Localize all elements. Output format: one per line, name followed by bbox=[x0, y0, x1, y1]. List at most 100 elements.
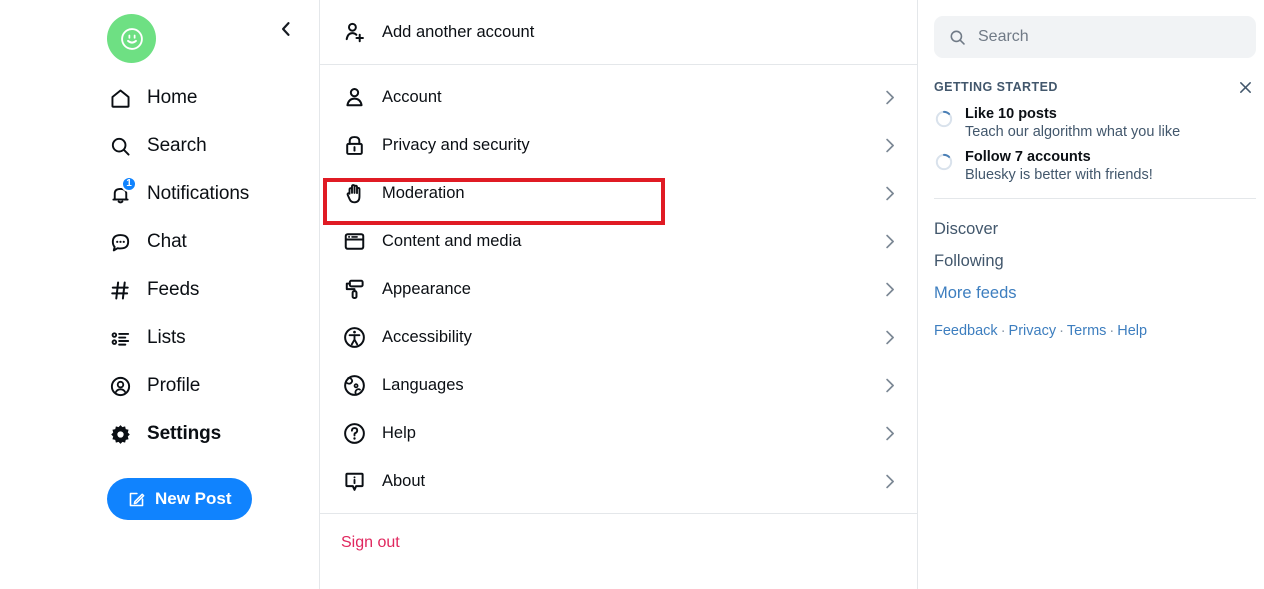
sidebar-item-lists[interactable]: Lists bbox=[0, 314, 319, 362]
list-icon bbox=[107, 325, 133, 351]
sidebar-item-feeds[interactable]: Feeds bbox=[0, 266, 319, 314]
globe-icon bbox=[341, 372, 367, 398]
sidebar-item-label: Search bbox=[147, 135, 207, 156]
settings-row-languages[interactable]: Languages bbox=[320, 361, 917, 409]
settings-main-column: Add another account Account Privacy and … bbox=[319, 0, 918, 589]
progress-ring-icon bbox=[934, 152, 954, 172]
separator: · bbox=[1000, 323, 1006, 339]
sidebar-item-notifications[interactable]: 1 Notifications bbox=[0, 170, 319, 218]
compose-icon bbox=[127, 490, 146, 509]
new-post-button[interactable]: New Post bbox=[107, 478, 252, 520]
settings-row-label: Add another account bbox=[382, 22, 535, 41]
task-text: Like 10 posts Teach our algorithm what y… bbox=[965, 106, 1180, 141]
feed-shortcut-list: Discover Following More feeds bbox=[934, 213, 1264, 309]
sidebar-item-label: Home bbox=[147, 87, 198, 108]
settings-row-content-and-media[interactable]: Content and media bbox=[320, 217, 917, 265]
settings-row-add-another-account[interactable]: Add another account bbox=[320, 8, 917, 56]
settings-group-accounts: Add another account bbox=[320, 0, 917, 65]
hand-icon bbox=[341, 180, 367, 206]
task-text: Follow 7 accounts Bluesky is better with… bbox=[965, 149, 1153, 184]
sidebar-item-label: Profile bbox=[147, 375, 201, 396]
search-icon bbox=[107, 133, 133, 159]
settings-row-label: About bbox=[382, 471, 426, 490]
sidebar-item-label: Feeds bbox=[147, 279, 200, 300]
person-plus-icon bbox=[341, 19, 367, 45]
sidebar-item-profile[interactable]: Profile bbox=[0, 362, 319, 410]
settings-row-privacy-and-security[interactable]: Privacy and security bbox=[320, 121, 917, 169]
left-sidebar-nav: Home Search 1 Notifications Chat Feeds L… bbox=[0, 0, 319, 589]
footer-link-feedback[interactable]: Feedback bbox=[934, 323, 998, 339]
right-sidebar: Search GETTING STARTED Like 10 posts Tea… bbox=[918, 0, 1264, 589]
bluesky-settings-page: Home Search 1 Notifications Chat Feeds L… bbox=[0, 0, 1264, 589]
separator: · bbox=[1059, 323, 1064, 339]
info-bubble-icon bbox=[341, 468, 367, 494]
settings-group-main: Account Privacy and security Moderation … bbox=[320, 65, 917, 514]
chevron-right-icon bbox=[880, 280, 899, 299]
settings-row-help[interactable]: Help bbox=[320, 409, 917, 457]
task-subtitle: Teach our algorithm what you like bbox=[965, 124, 1181, 140]
progress-ring-icon bbox=[934, 109, 954, 129]
sidebar-item-label: Notifications bbox=[147, 183, 250, 204]
accessibility-icon bbox=[341, 324, 367, 350]
sidebar-item-settings[interactable]: Settings bbox=[0, 410, 319, 458]
bell-icon: 1 bbox=[107, 176, 137, 207]
paint-roller-icon bbox=[341, 276, 367, 302]
feed-link-following[interactable]: Following bbox=[934, 245, 1264, 277]
task-title: Like 10 posts bbox=[965, 106, 1057, 122]
sidebar-item-home[interactable]: Home bbox=[0, 74, 319, 122]
chevron-right-icon bbox=[880, 472, 899, 491]
chevron-right-icon bbox=[880, 376, 899, 395]
chevron-right-icon bbox=[880, 424, 899, 443]
footer-links: Feedback · Privacy · Terms · Help bbox=[934, 323, 1264, 339]
settings-row-label: Appearance bbox=[382, 279, 471, 298]
feed-link-more-feeds[interactable]: More feeds bbox=[934, 277, 1264, 309]
chevron-right-icon bbox=[880, 232, 899, 251]
settings-row-moderation[interactable]: Moderation bbox=[320, 169, 917, 217]
hash-icon bbox=[107, 277, 133, 303]
sidebar-item-label: Settings bbox=[147, 423, 222, 444]
getting-started-task[interactable]: Follow 7 accounts Bluesky is better with… bbox=[934, 149, 1256, 184]
gear-icon bbox=[107, 421, 133, 447]
nav-item-list: Home Search 1 Notifications Chat Feeds L… bbox=[0, 74, 319, 458]
settings-group-signout: Sign out bbox=[320, 514, 917, 552]
settings-row-label: Accessibility bbox=[382, 327, 472, 346]
collapse-sidebar-button[interactable] bbox=[272, 15, 300, 43]
chevron-right-icon bbox=[880, 328, 899, 347]
sign-out-button[interactable]: Sign out bbox=[341, 534, 400, 552]
sidebar-item-label: Lists bbox=[147, 327, 186, 348]
sidebar-item-label: Chat bbox=[147, 231, 187, 252]
footer-link-help[interactable]: Help bbox=[1117, 323, 1147, 339]
search-input[interactable]: Search bbox=[934, 16, 1256, 58]
footer-link-privacy[interactable]: Privacy bbox=[1009, 323, 1057, 339]
question-circle-icon bbox=[341, 420, 367, 446]
task-title: Follow 7 accounts bbox=[965, 149, 1091, 165]
person-icon bbox=[341, 84, 367, 110]
settings-row-label: Moderation bbox=[382, 183, 465, 202]
settings-row-accessibility[interactable]: Accessibility bbox=[320, 313, 917, 361]
sidebar-item-chat[interactable]: Chat bbox=[0, 218, 319, 266]
settings-row-appearance[interactable]: Appearance bbox=[320, 265, 917, 313]
avatar[interactable] bbox=[107, 14, 156, 63]
settings-row-label: Account bbox=[382, 87, 442, 106]
separator: · bbox=[1109, 323, 1115, 339]
lock-icon bbox=[341, 132, 367, 158]
close-icon[interactable] bbox=[1234, 76, 1256, 98]
settings-row-label: Privacy and security bbox=[382, 135, 530, 154]
settings-row-account[interactable]: Account bbox=[320, 73, 917, 121]
new-post-label: New Post bbox=[155, 489, 232, 508]
getting-started-task[interactable]: Like 10 posts Teach our algorithm what y… bbox=[934, 106, 1256, 141]
chevron-right-icon bbox=[880, 184, 899, 203]
settings-row-about[interactable]: About bbox=[320, 457, 917, 505]
chevron-right-icon bbox=[880, 88, 899, 107]
settings-row-label: Help bbox=[382, 423, 416, 442]
search-placeholder: Search bbox=[978, 28, 1029, 45]
footer-link-terms[interactable]: Terms bbox=[1067, 323, 1106, 339]
getting-started-header: GETTING STARTED bbox=[934, 76, 1256, 98]
getting-started-task-list: Like 10 posts Teach our algorithm what y… bbox=[934, 106, 1256, 184]
chevron-left-icon bbox=[282, 22, 290, 36]
divider bbox=[934, 198, 1256, 199]
settings-row-label: Content and media bbox=[382, 231, 522, 250]
settings-row-label: Languages bbox=[382, 375, 464, 394]
sidebar-item-search[interactable]: Search bbox=[0, 122, 319, 170]
feed-link-discover[interactable]: Discover bbox=[934, 213, 1264, 245]
